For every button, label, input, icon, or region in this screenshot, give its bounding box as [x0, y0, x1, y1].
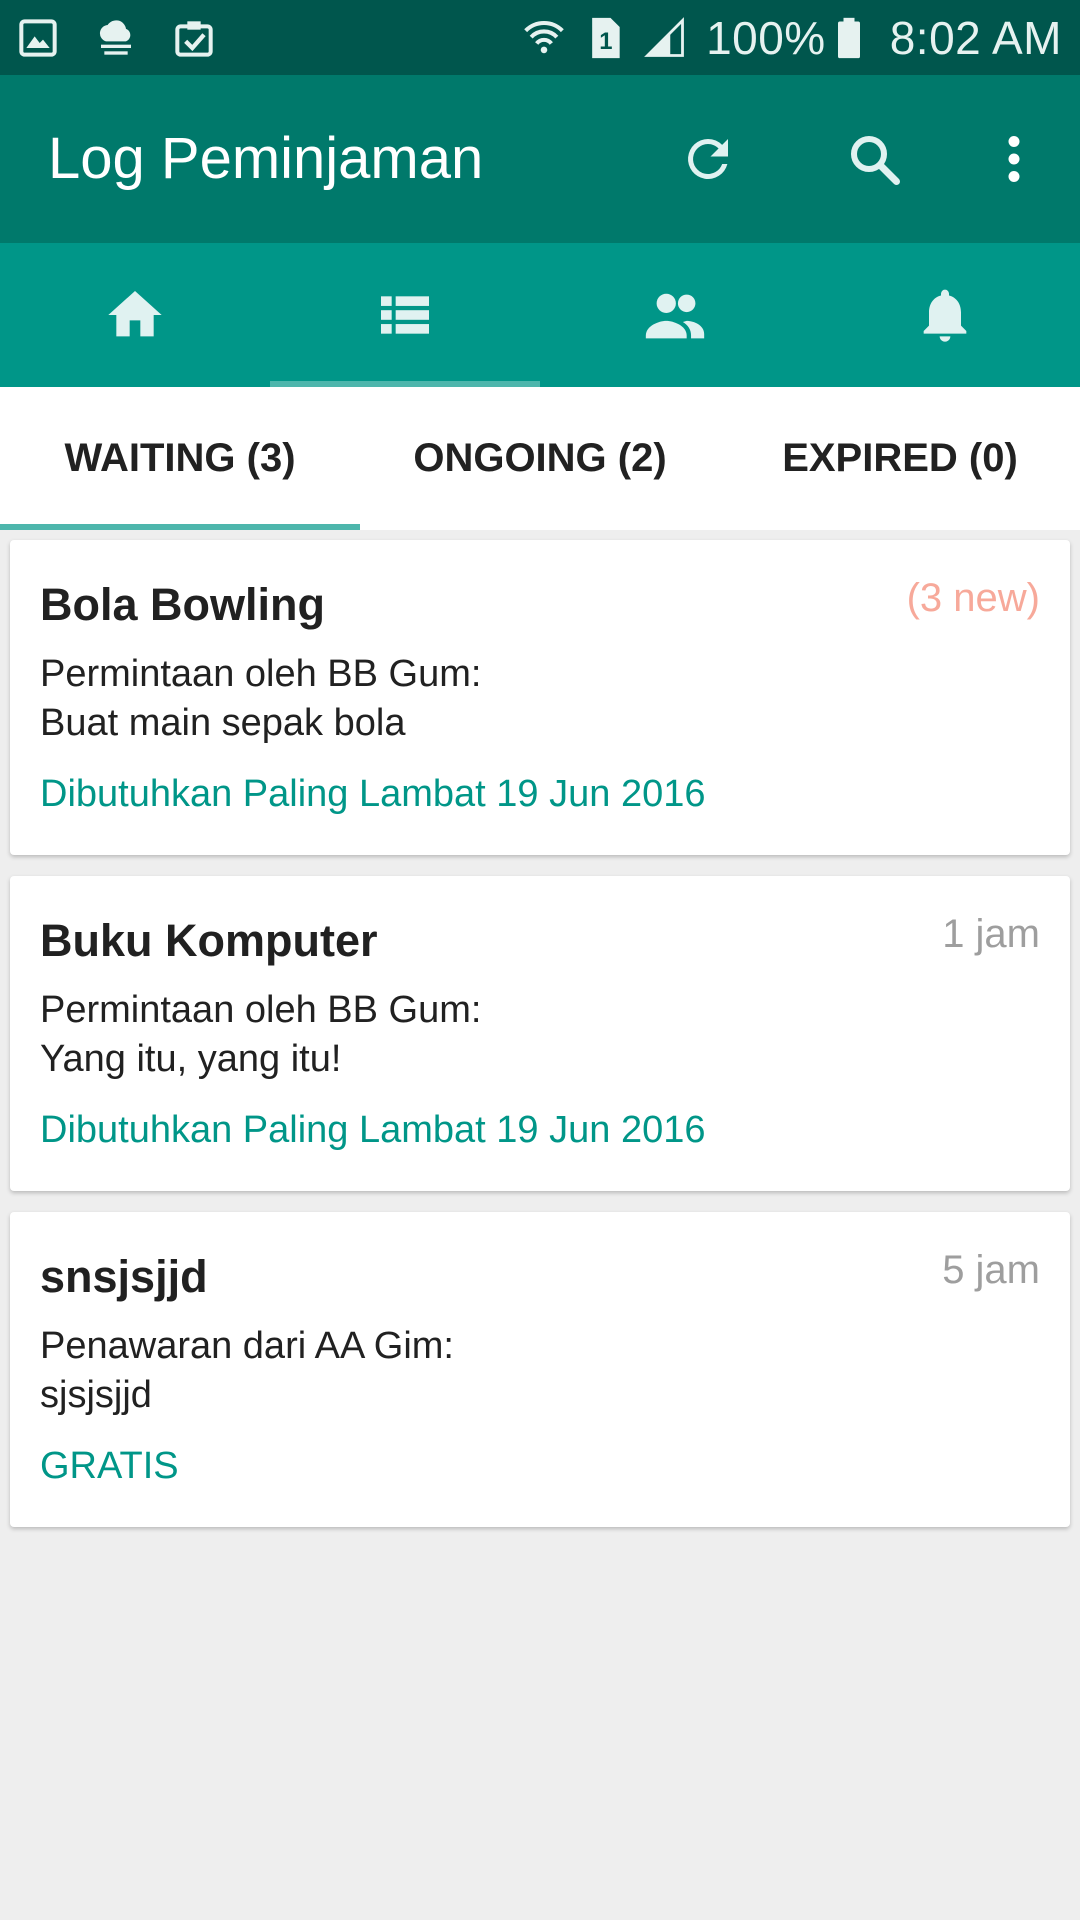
tab-label: ONGOING (2)	[413, 436, 667, 480]
sim-card-icon: 1	[588, 16, 622, 60]
tab-label: WAITING (3)	[64, 436, 296, 480]
list-icon	[381, 296, 429, 334]
item-title: snsjsjjd	[40, 1251, 208, 1302]
clock: 8:02 AM	[889, 11, 1062, 64]
page-title: Log Peminjaman	[48, 126, 484, 191]
item-requester: Permintaan oleh BB Gum:	[40, 989, 482, 1031]
item-message: sjsjsjjd	[40, 1374, 152, 1416]
status-tabs: WAITING (3) ONGOING (2) EXPIRED (0)	[0, 387, 1080, 530]
people-icon	[645, 293, 705, 339]
icon-tab-bar	[0, 243, 1080, 387]
item-offerer: Penawaran dari AA Gim:	[40, 1325, 454, 1367]
new-count-badge: (3 new)	[906, 576, 1040, 620]
tab-label: EXPIRED (0)	[782, 436, 1018, 480]
item-message: Buat main sepak bola	[40, 702, 406, 744]
status-bar: 1 100% 8:02 AM	[0, 0, 1080, 75]
item-time: 5 jam	[942, 1248, 1040, 1292]
signal-strength-icon	[644, 16, 686, 59]
search-button[interactable]	[838, 123, 910, 195]
item-title: Bola Bowling	[40, 579, 325, 630]
item-requester: Permintaan oleh BB Gum:	[40, 653, 482, 695]
bell-icon	[923, 289, 967, 342]
svg-text:1: 1	[599, 28, 612, 55]
clipboard-check-icon	[174, 18, 214, 58]
tab-waiting[interactable]: WAITING (3)	[0, 387, 360, 530]
gallery-notification-icon	[18, 18, 58, 58]
nav-tab-notifications[interactable]	[810, 243, 1080, 387]
tab-selected-indicator	[0, 524, 360, 530]
list-item[interactable]: snsjsjjd 5 jam Penawaran dari AA Gim: sj…	[10, 1212, 1070, 1527]
app-bar: Log Peminjaman	[0, 75, 1080, 243]
home-icon	[108, 291, 162, 337]
list-item[interactable]: Buku Komputer 1 jam Permintaan oleh BB G…	[10, 876, 1070, 1191]
item-time: 1 jam	[942, 912, 1040, 956]
refresh-icon	[688, 139, 728, 179]
item-price: GRATIS	[40, 1445, 179, 1487]
wifi-icon	[522, 16, 566, 60]
item-deadline: Dibutuhkan Paling Lambat 19 Jun 2016	[40, 773, 706, 815]
item-title: Buku Komputer	[40, 915, 378, 966]
nav-tab-people[interactable]	[540, 243, 810, 387]
cloud-notification-icon	[94, 18, 138, 58]
battery-icon	[836, 16, 862, 60]
refresh-button[interactable]	[672, 123, 744, 195]
tab-ongoing[interactable]: ONGOING (2)	[360, 387, 720, 530]
battery-percent: 100%	[706, 11, 826, 64]
search-icon	[851, 136, 900, 185]
more-vert-icon	[1008, 136, 1020, 182]
nav-tab-list[interactable]	[270, 243, 540, 387]
item-deadline: Dibutuhkan Paling Lambat 19 Jun 2016	[40, 1109, 706, 1151]
nav-tab-home[interactable]	[0, 243, 270, 387]
item-message: Yang itu, yang itu!	[40, 1038, 342, 1080]
tab-expired[interactable]: EXPIRED (0)	[720, 387, 1080, 530]
loan-log-list: Bola Bowling (3 new) Permintaan oleh BB …	[10, 540, 1070, 1548]
list-item[interactable]: Bola Bowling (3 new) Permintaan oleh BB …	[10, 540, 1070, 855]
more-options-button[interactable]	[978, 123, 1050, 195]
